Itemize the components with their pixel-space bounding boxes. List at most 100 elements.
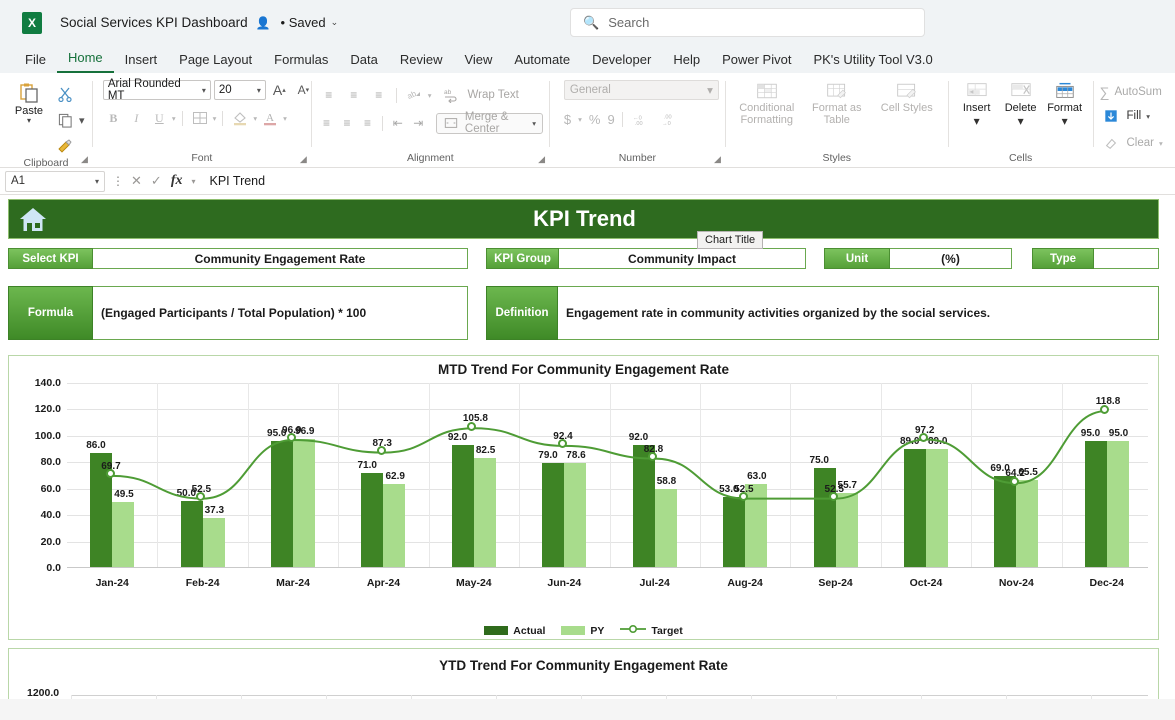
align-middle-icon[interactable]: ≡ [343, 84, 365, 106]
paste-chevron-icon[interactable]: ▾ [27, 117, 31, 125]
chevron-down-icon[interactable]: ⌄ [331, 17, 339, 28]
delete-cells-button[interactable]: Delete ▾ [999, 80, 1043, 128]
delete-chevron-icon[interactable]: ▾ [1018, 114, 1024, 128]
copy-chevron-icon[interactable]: ▾ [79, 114, 85, 127]
tab-file[interactable]: File [14, 49, 57, 73]
orientation-icon[interactable]: ab [403, 84, 425, 106]
tab-help[interactable]: Help [662, 49, 711, 73]
enter-icon[interactable]: ✓ [151, 173, 162, 189]
copy-button[interactable]: ▾ [54, 109, 85, 131]
bold-button[interactable]: B [103, 108, 124, 128]
italic-button[interactable]: I [126, 108, 147, 128]
borders-chevron-icon[interactable]: ▾ [213, 114, 217, 123]
search-input[interactable]: 🔍 Search [570, 8, 925, 37]
font-color-icon[interactable]: A [259, 107, 281, 129]
merge-center-chevron-icon[interactable]: ▾ [532, 119, 536, 128]
target-marker[interactable] [286, 433, 296, 443]
tab-pk-utility-tool[interactable]: PK's Utility Tool V3.0 [802, 49, 943, 73]
kpi-group-value[interactable]: Community Impact [559, 248, 806, 269]
chevron-down-icon[interactable]: ▾ [95, 177, 99, 186]
tab-insert[interactable]: Insert [114, 49, 169, 73]
unit-value[interactable]: (%) [890, 248, 1012, 269]
currency-chevron-icon[interactable]: ▾ [578, 115, 582, 124]
chevron-down-icon[interactable]: ▾ [707, 83, 713, 97]
underline-chevron-icon[interactable]: ▾ [172, 114, 176, 123]
cell-styles-button[interactable]: Cell Styles [872, 80, 942, 114]
autosum-button[interactable]: ∑ AutoSum [1100, 84, 1163, 100]
tab-page-layout[interactable]: Page Layout [168, 49, 263, 73]
select-kpi-value[interactable]: Community Engagement Rate [93, 248, 468, 269]
tab-data[interactable]: Data [339, 49, 388, 73]
font-color-chevron-icon[interactable]: ▾ [283, 114, 287, 123]
format-painter-icon[interactable] [54, 135, 76, 157]
target-marker[interactable] [376, 446, 386, 456]
formula-input[interactable]: KPI Trend [210, 174, 1175, 188]
ytd-chart-panel[interactable]: YTD Trend For Community Engagement Rate … [8, 648, 1159, 699]
clipboard-dialog-launcher-icon[interactable]: ◢ [81, 154, 88, 165]
type-value[interactable] [1094, 248, 1159, 269]
underline-button[interactable]: U [149, 108, 170, 128]
legend-item-py[interactable]: PY [561, 625, 604, 637]
percent-button[interactable]: % [589, 112, 601, 127]
legend-item-target[interactable]: Target [620, 624, 683, 637]
align-left-icon[interactable]: ≡ [318, 112, 336, 134]
tab-developer[interactable]: Developer [581, 49, 662, 73]
insert-cells-button[interactable]: Insert ▾ [955, 80, 999, 128]
tab-formulas[interactable]: Formulas [263, 49, 339, 73]
chevron-down-icon[interactable]: ▾ [202, 86, 206, 95]
target-marker[interactable] [1100, 404, 1110, 414]
alignment-dialog-launcher-icon[interactable]: ◢ [538, 154, 545, 165]
target-marker[interactable] [1009, 476, 1019, 486]
insert-function-icon[interactable]: fx [171, 173, 183, 189]
tab-power-pivot[interactable]: Power Pivot [711, 49, 802, 73]
align-right-icon[interactable]: ≡ [359, 112, 377, 134]
legend-item-actual[interactable]: Actual [484, 625, 545, 637]
orientation-chevron-icon[interactable]: ▾ [428, 91, 432, 100]
tab-home[interactable]: Home [56, 47, 114, 73]
fill-color-chevron-icon[interactable]: ▾ [253, 114, 257, 123]
cut-icon[interactable] [54, 83, 76, 105]
fill-button[interactable]: Fill ▾ [1100, 105, 1163, 127]
tab-review[interactable]: Review [389, 49, 454, 73]
name-box[interactable]: A1 ▾ [5, 170, 105, 192]
fill-color-icon[interactable] [229, 107, 251, 129]
format-chevron-icon[interactable]: ▾ [1062, 114, 1068, 128]
document-title[interactable]: Social Services KPI Dashboard [60, 15, 248, 30]
align-top-icon[interactable]: ≡ [318, 84, 340, 106]
formula-bar-expand-icon[interactable]: ▾ [191, 177, 195, 186]
merge-center-button[interactable]: Merge & Center ▾ [436, 111, 544, 135]
person-share-icon[interactable]: 👤 [256, 16, 271, 30]
increase-indent-icon[interactable]: ⇥ [410, 112, 428, 134]
formula-bar-menu-icon[interactable]: ⋮ [112, 174, 124, 188]
align-bottom-icon[interactable]: ≡ [368, 84, 390, 106]
chevron-down-icon[interactable]: ▾ [257, 86, 261, 95]
format-as-table-button[interactable]: Format as Table [802, 80, 872, 126]
fill-chevron-icon[interactable]: ▾ [1146, 112, 1150, 121]
cancel-icon[interactable]: ✕ [131, 173, 142, 189]
font-name-input[interactable]: Arial Rounded MT ▾ [102, 78, 211, 102]
number-dialog-launcher-icon[interactable]: ◢ [714, 154, 721, 165]
wrap-text-button[interactable]: ab Wrap Text [440, 84, 519, 106]
home-icon[interactable] [15, 206, 51, 233]
conditional-formatting-button[interactable]: Conditional Formatting [732, 80, 802, 126]
tab-view[interactable]: View [453, 49, 503, 73]
clear-button[interactable]: Clear ▾ [1100, 132, 1163, 154]
comma-style-button[interactable]: 9 [607, 112, 614, 127]
align-center-icon[interactable]: ≡ [338, 112, 356, 134]
font-size-input[interactable]: 20 ▾ [213, 80, 266, 100]
borders-icon[interactable] [189, 107, 211, 129]
font-dialog-launcher-icon[interactable]: ◢ [300, 154, 307, 165]
decrease-decimal-icon[interactable]: .00 →0 [659, 108, 681, 130]
insert-chevron-icon[interactable]: ▾ [974, 114, 980, 128]
decrease-indent-icon[interactable]: ⇤ [389, 112, 407, 134]
number-format-select[interactable]: General ▾ [563, 80, 719, 100]
increase-decimal-icon[interactable]: ←0 .00 [630, 108, 652, 130]
shrink-font-icon[interactable]: A ▾ [293, 80, 314, 100]
paste-button[interactable]: Paste ▾ [6, 80, 52, 125]
grow-font-icon[interactable]: A ▴ [269, 80, 290, 100]
clear-chevron-icon[interactable]: ▾ [1159, 139, 1163, 148]
target-marker[interactable] [738, 492, 748, 502]
format-cells-button[interactable]: Format ▾ [1043, 80, 1087, 128]
mtd-chart-panel[interactable]: MTD Trend For Community Engagement Rate … [8, 355, 1159, 640]
tab-automate[interactable]: Automate [503, 49, 581, 73]
